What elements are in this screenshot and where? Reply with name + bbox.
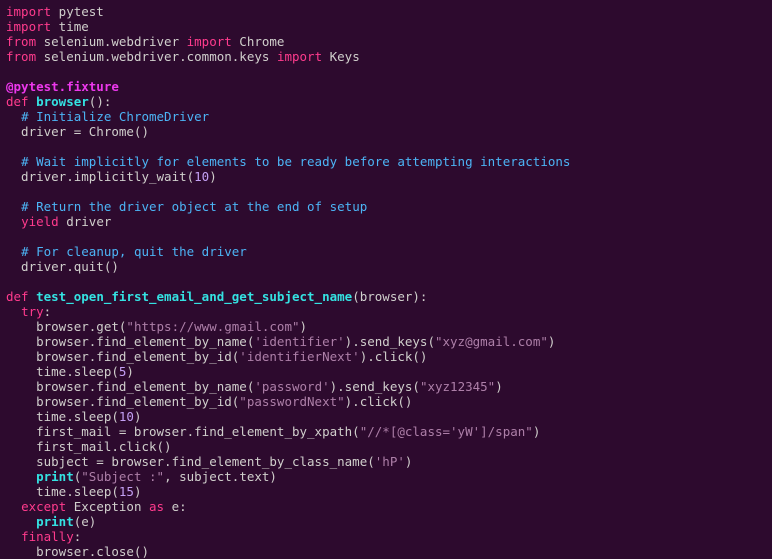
indent [6,499,21,514]
ident: Exception [66,499,149,514]
ident: driver [59,214,112,229]
indent [6,244,21,259]
code-block: import pytest import time from selenium.… [6,4,766,559]
module: Keys [322,49,360,64]
indent [6,154,21,169]
string: "xyz12345" [420,379,495,394]
space [29,289,37,304]
number: 15 [119,484,134,499]
comment: # For cleanup, quit the driver [21,244,247,259]
string: 'identifierNext' [239,349,359,364]
space [29,94,37,109]
mid: ).send_keys( [330,379,420,394]
stmt: first_mail.click() [6,439,172,454]
module: selenium.webdriver [36,34,187,49]
paren: ) [548,334,556,349]
builtin-print: print [36,469,74,484]
colon: : [74,529,82,544]
paren: ) [134,409,142,424]
kw-as: as [149,499,164,514]
kw-try: try [21,304,44,319]
paren: ).click() [345,394,413,409]
kw-import: import [277,49,322,64]
paren: ) [533,424,541,439]
stmt: time.sleep( [6,409,119,424]
stmt: driver = Chrome() [6,124,149,139]
stmt: browser.get( [6,319,126,334]
indent [6,304,21,319]
stmt: time.sleep( [6,484,119,499]
paren: ) [209,169,217,184]
module: Chrome [232,34,285,49]
comment: # Wait implicitly for elements to be rea… [21,154,570,169]
paren: ) [300,319,308,334]
stmt: time.sleep( [6,364,119,379]
paren: (browser): [352,289,427,304]
module: selenium.webdriver.common.keys [36,49,277,64]
kw-yield: yield [21,214,59,229]
stmt: browser.find_element_by_name( [6,334,254,349]
paren: ) [134,484,142,499]
kw-finally: finally [21,529,74,544]
stmt: first_mail = browser.find_element_by_xpa… [6,424,360,439]
string: 'hP' [375,454,405,469]
string: "xyz@gmail.com" [435,334,548,349]
ident: e: [164,499,187,514]
kw-import: import [6,19,51,34]
kw-import: import [6,4,51,19]
paren: ).click() [360,349,428,364]
paren: ) [495,379,503,394]
number: 10 [119,409,134,424]
string: 'password' [254,379,329,394]
kw-def: def [6,289,29,304]
stmt: browser.find_element_by_name( [6,379,254,394]
indent [6,109,21,124]
paren: (e) [74,514,97,529]
string: 'identifier' [254,334,344,349]
indent [6,214,21,229]
indent [6,514,36,529]
indent [6,469,36,484]
kw-except: except [21,499,66,514]
comment: # Return the driver object at the end of… [21,199,367,214]
args: , subject.text) [164,469,277,484]
string: "passwordNext" [239,394,344,409]
colon: : [44,304,52,319]
fn-name: browser [36,94,89,109]
kw-def: def [6,94,29,109]
string: "Subject :" [81,469,164,484]
stmt: driver.quit() [6,259,119,274]
comment: # Initialize ChromeDriver [21,109,209,124]
number: 10 [194,169,209,184]
stmt: browser.find_element_by_id( [6,394,239,409]
paren: ) [126,364,134,379]
decorator: @pytest.fixture [6,79,119,94]
paren: (): [89,94,112,109]
paren: ) [405,454,413,469]
kw-import: import [187,34,232,49]
builtin-print: print [36,514,74,529]
indent [6,199,21,214]
stmt: browser.close() [6,544,149,559]
stmt: browser.find_element_by_id( [6,349,239,364]
module: pytest [51,4,104,19]
indent [6,529,21,544]
fn-name: test_open_first_email_and_get_subject_na… [36,289,352,304]
module: time [51,19,89,34]
mid: ).send_keys( [345,334,435,349]
stmt: subject = browser.find_element_by_class_… [6,454,375,469]
kw-from: from [6,49,36,64]
stmt: driver.implicitly_wait( [6,169,194,184]
string: "//*[@class='yW']/span" [360,424,533,439]
kw-from: from [6,34,36,49]
string: "https://www.gmail.com" [126,319,299,334]
